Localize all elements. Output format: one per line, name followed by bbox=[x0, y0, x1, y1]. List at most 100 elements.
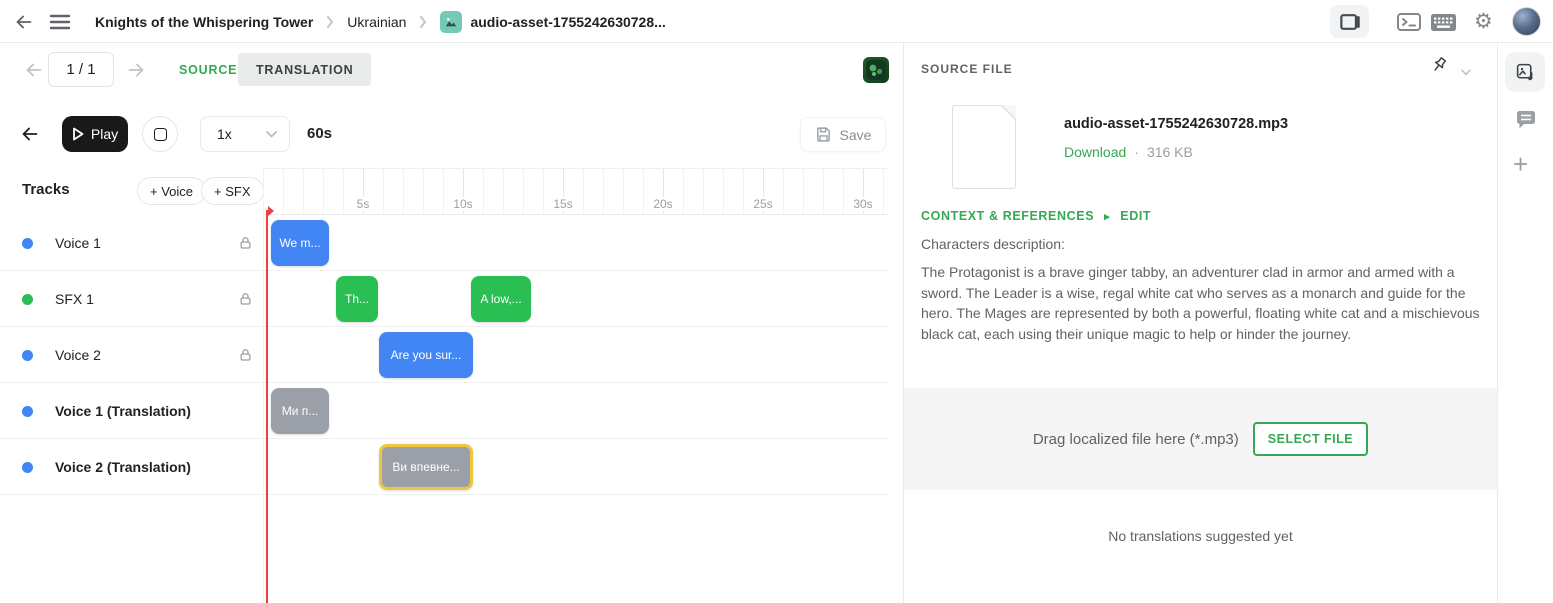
stop-button[interactable] bbox=[142, 116, 178, 152]
speed-select[interactable]: 1x bbox=[200, 116, 290, 152]
add-panel-icon[interactable]: + bbox=[1513, 153, 1528, 175]
characters-description-label: Characters description: bbox=[921, 236, 1065, 252]
lock-icon[interactable] bbox=[238, 291, 253, 312]
right-rail: + bbox=[1497, 43, 1553, 603]
chevron-right-icon bbox=[419, 16, 427, 28]
save-icon bbox=[815, 126, 832, 143]
ruler-tick bbox=[503, 169, 504, 214]
ruler-tick bbox=[803, 169, 804, 214]
ruler-tick-label: 5s bbox=[354, 197, 373, 211]
track-row: Voice 1 (Translation) bbox=[0, 383, 888, 439]
timeline-back-icon[interactable] bbox=[18, 122, 42, 146]
ruler-tick bbox=[343, 169, 344, 214]
track-color-dot bbox=[22, 238, 33, 249]
pager-prev-icon[interactable] bbox=[22, 58, 46, 82]
ruler-tick bbox=[423, 169, 424, 214]
track-color-dot bbox=[22, 350, 33, 361]
timeline-clip[interactable]: Ви впевне... bbox=[379, 444, 473, 490]
download-link[interactable]: Download bbox=[1064, 144, 1126, 160]
duration-label: 60s bbox=[307, 125, 332, 142]
ruler-tick bbox=[303, 169, 304, 214]
track-name: Voice 2 bbox=[55, 327, 101, 383]
ruler-tick bbox=[323, 169, 324, 214]
timeline-clip[interactable]: We m... bbox=[271, 220, 329, 266]
add-voice-button[interactable]: + Voice bbox=[137, 177, 206, 205]
page-indicator[interactable]: 1 / 1 bbox=[48, 52, 114, 87]
track-row: SFX 1 bbox=[0, 271, 888, 327]
add-sfx-button[interactable]: + SFX bbox=[201, 177, 264, 205]
back-icon[interactable] bbox=[12, 10, 36, 34]
ruler-tick bbox=[403, 169, 404, 214]
breadcrumb-asset[interactable]: audio-asset-1755242630728... bbox=[440, 11, 665, 33]
green-app-badge-icon[interactable] bbox=[863, 57, 889, 83]
ruler-tick-label: 25s bbox=[750, 197, 775, 211]
dropzone-hint: Drag localized file here (*.mp3) bbox=[1033, 431, 1239, 448]
breadcrumb-project[interactable]: Knights of the Whispering Tower bbox=[95, 14, 313, 30]
ruler-tick bbox=[703, 169, 704, 214]
context-references-label[interactable]: CONTEXT & REFERENCES bbox=[921, 209, 1094, 223]
comments-icon[interactable] bbox=[1513, 108, 1539, 132]
chevron-right-icon bbox=[326, 16, 334, 28]
terminal-icon[interactable] bbox=[1395, 10, 1423, 34]
select-file-button[interactable]: SELECT FILE bbox=[1253, 422, 1368, 456]
tracks-header: Tracks + Voice + SFX bbox=[0, 168, 263, 215]
track-color-dot bbox=[22, 406, 33, 417]
save-label: Save bbox=[840, 127, 872, 143]
ruler-tick bbox=[683, 169, 684, 214]
timeline-clip[interactable]: Are you sur... bbox=[379, 332, 473, 378]
keyboard-icon[interactable] bbox=[1429, 11, 1457, 33]
lock-icon[interactable] bbox=[238, 235, 253, 256]
pin-icon[interactable] bbox=[1429, 55, 1449, 80]
edit-link[interactable]: EDIT bbox=[1120, 209, 1151, 223]
ruler-tick bbox=[483, 169, 484, 214]
track-row: Voice 1 bbox=[0, 215, 888, 271]
context-references-header: CONTEXT & REFERENCES ▸ EDIT bbox=[921, 209, 1151, 223]
speed-value: 1x bbox=[217, 126, 232, 142]
timeline-clip[interactable]: A low,... bbox=[471, 276, 531, 322]
track-name: Voice 1 (Translation) bbox=[55, 383, 191, 439]
ruler-tick bbox=[743, 169, 744, 214]
file-document-icon bbox=[952, 105, 1016, 189]
playhead[interactable] bbox=[266, 210, 268, 603]
user-avatar[interactable] bbox=[1512, 7, 1541, 36]
tab-translation[interactable]: TRANSLATION bbox=[238, 53, 371, 86]
localized-file-dropzone[interactable]: Drag localized file here (*.mp3) SELECT … bbox=[904, 388, 1497, 490]
characters-description-body: The Protagonist is a brave ginger tabby,… bbox=[921, 262, 1488, 344]
ruler-tick bbox=[443, 169, 444, 214]
ruler-tick bbox=[383, 169, 384, 214]
media-audio-panel-icon[interactable] bbox=[1505, 52, 1545, 92]
chevron-down-icon bbox=[266, 131, 277, 138]
panel-title: SOURCE FILE bbox=[921, 62, 1013, 76]
breadcrumb-language[interactable]: Ukrainian bbox=[347, 14, 406, 30]
panel-toggle-icon[interactable] bbox=[1330, 5, 1369, 38]
play-icon bbox=[72, 127, 84, 141]
tab-source[interactable]: SOURCE bbox=[179, 63, 237, 77]
file-size: 316 KB bbox=[1147, 144, 1193, 160]
topbar: Knights of the Whispering Tower Ukrainia… bbox=[0, 0, 1553, 43]
play-button[interactable]: Play bbox=[62, 116, 128, 152]
timeline-ruler[interactable]: 5s10s15s20s25s30s bbox=[263, 168, 888, 215]
ruler-tick bbox=[283, 169, 284, 214]
timeline-clip[interactable]: Th... bbox=[336, 276, 378, 322]
ruler-tick bbox=[583, 169, 584, 214]
settings-gear-icon[interactable]: ⚙ bbox=[1474, 8, 1493, 35]
ruler-tick bbox=[823, 169, 824, 214]
timeline-clip[interactable]: Ми п... bbox=[271, 388, 329, 434]
ruler-tick bbox=[843, 169, 844, 214]
lock-icon[interactable] bbox=[238, 347, 253, 368]
breadcrumb-asset-label: audio-asset-1755242630728... bbox=[470, 14, 665, 30]
play-label: Play bbox=[91, 126, 118, 142]
ruler-tick bbox=[543, 169, 544, 214]
ruler-tick-label: 20s bbox=[650, 197, 675, 211]
ruler-tick bbox=[783, 169, 784, 214]
save-button[interactable]: Save bbox=[800, 117, 886, 152]
source-file-meta: Download · 316 KB bbox=[1064, 144, 1193, 160]
ruler-tick bbox=[523, 169, 524, 214]
menu-icon[interactable] bbox=[48, 11, 72, 33]
track-name: Voice 1 bbox=[55, 215, 101, 271]
pager-next-icon[interactable] bbox=[124, 58, 148, 82]
track-color-dot bbox=[22, 294, 33, 305]
ruler-tick bbox=[643, 169, 644, 214]
ruler-tick bbox=[603, 169, 604, 214]
chevron-down-icon[interactable] bbox=[1461, 63, 1471, 81]
